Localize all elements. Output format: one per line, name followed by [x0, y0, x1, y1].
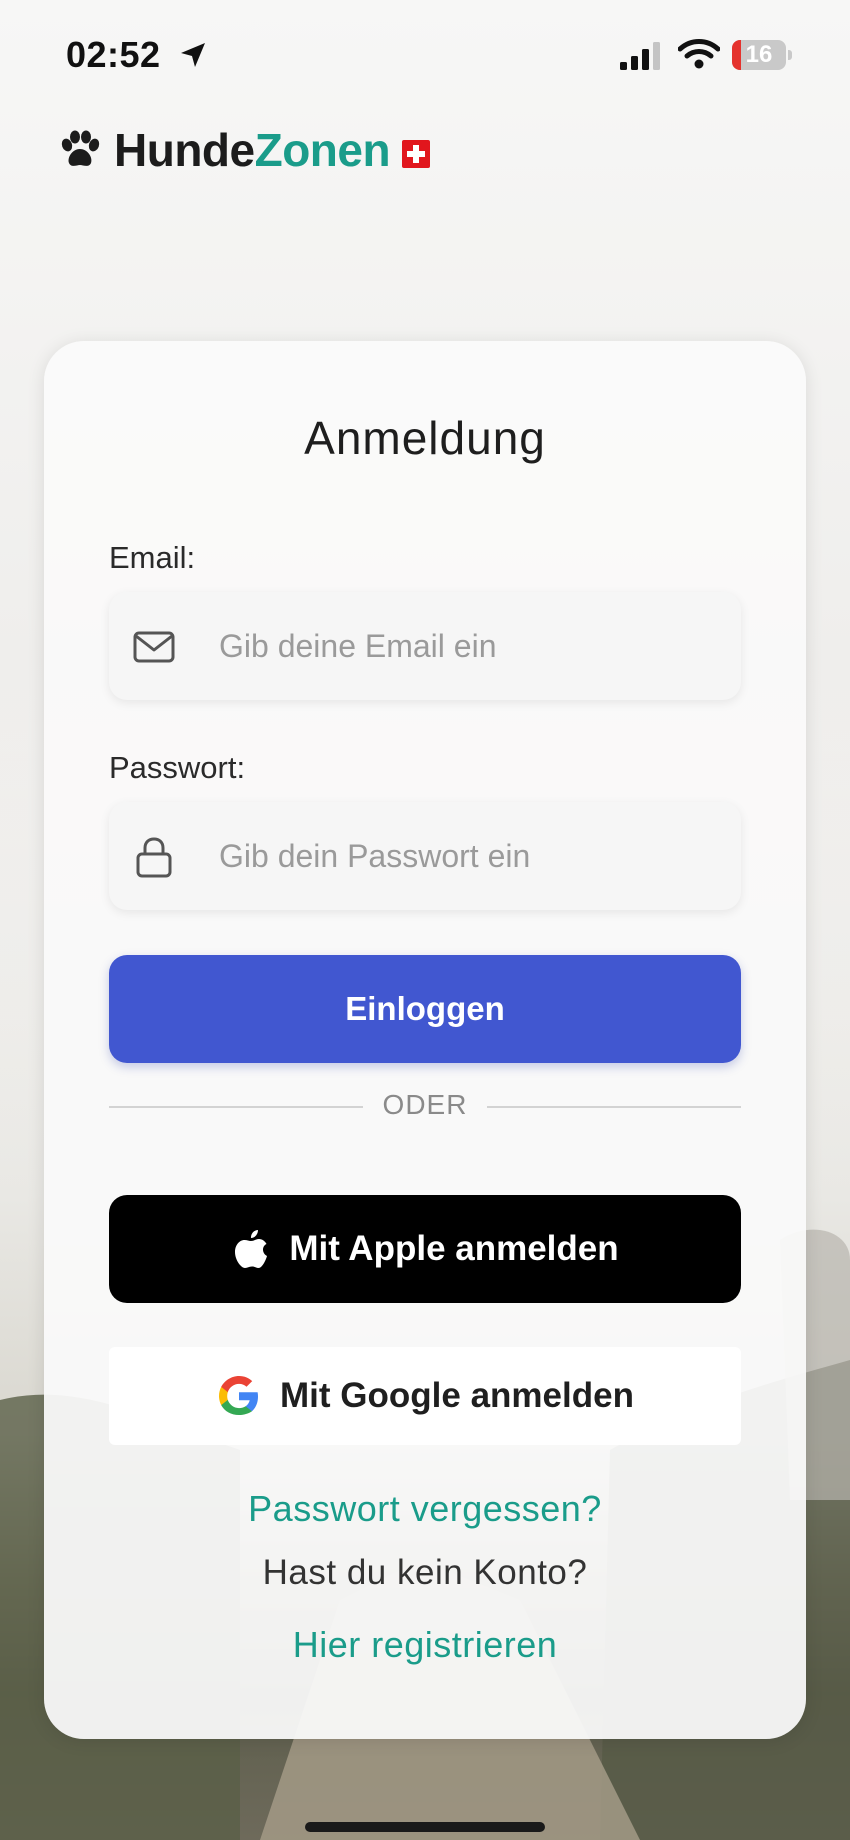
status-bar: 02:52 16	[0, 0, 850, 110]
cellular-signal-icon	[620, 42, 660, 70]
apple-icon	[235, 1230, 268, 1268]
battery-cap	[788, 50, 792, 60]
forgot-password-link[interactable]: Passwort vergessen?	[44, 1488, 806, 1530]
login-title: Anmeldung	[304, 412, 546, 464]
divider-line-right	[487, 1106, 741, 1108]
status-time: 02:52	[66, 34, 161, 75]
email-label: Email:	[109, 540, 196, 575]
email-input[interactable]	[219, 592, 719, 700]
brand-name-part1: Hunde	[114, 124, 255, 176]
no-account-text: Hast du kein Konto?	[262, 1553, 588, 1592]
google-sign-in-button[interactable]: Mit Google anmelden	[109, 1347, 741, 1445]
location-arrow-icon	[181, 43, 205, 67]
home-indicator[interactable]	[305, 1822, 545, 1832]
password-input[interactable]	[219, 802, 719, 910]
divider-or: ODER	[382, 1089, 468, 1120]
lock-icon	[136, 837, 172, 878]
battery-level: 16	[745, 41, 773, 68]
password-field-box[interactable]	[109, 802, 741, 910]
apple-sign-in-label: Mit Apple anmelden	[289, 1229, 619, 1268]
google-sign-in-label: Mit Google anmelden	[280, 1376, 634, 1415]
swiss-flag-icon	[402, 140, 431, 168]
email-field-box[interactable]	[109, 592, 741, 700]
login-card: Anmeldung Email: Passwort: Einloggen ODE…	[44, 341, 806, 1739]
apple-sign-in-button[interactable]: Mit Apple anmelden	[109, 1195, 741, 1303]
brand-logo: Hunde Zonen	[58, 120, 431, 180]
brand-name-part2: Zonen	[254, 124, 391, 176]
password-label: Passwort:	[109, 750, 246, 785]
envelope-icon	[133, 631, 175, 663]
register-link[interactable]: Hier registrieren	[44, 1624, 806, 1666]
battery-indicator: 16	[732, 40, 792, 70]
login-button[interactable]: Einloggen	[109, 955, 741, 1063]
google-icon	[219, 1376, 259, 1415]
battery-body: 16	[732, 40, 786, 70]
paw-icon	[61, 130, 100, 166]
wifi-icon	[678, 39, 720, 69]
